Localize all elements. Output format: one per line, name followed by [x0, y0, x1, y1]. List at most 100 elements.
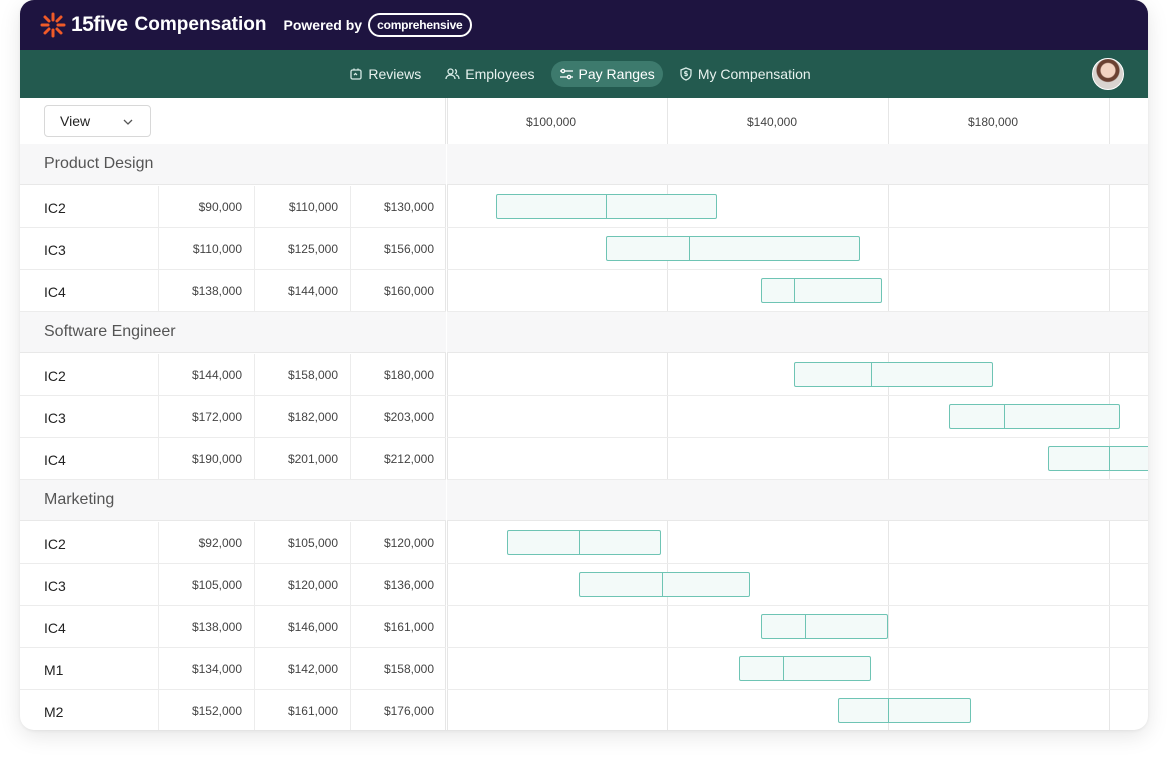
- table-row[interactable]: IC3 $110,000 $125,000 $156,000: [20, 228, 446, 270]
- salary-min-cell: $190,000: [191, 452, 242, 466]
- column-divider: [158, 228, 159, 270]
- pay-range-bar[interactable]: [606, 236, 861, 261]
- tab-my-compensation-label: My Compensation: [697, 66, 811, 82]
- main-nav: Reviews Employees Pay Ranges My Compensa…: [20, 50, 1148, 98]
- axis-tick-label: $180,000: [967, 115, 1019, 129]
- salary-mid-cell: $182,000: [287, 410, 338, 424]
- salary-max-cell: $136,000: [383, 578, 434, 592]
- column-divider: [350, 228, 351, 270]
- top-bar: 15five Compensation Powered by comprehen…: [20, 0, 1148, 50]
- tab-pay-ranges[interactable]: Pay Ranges: [550, 61, 663, 87]
- brand-logo[interactable]: 15five: [39, 11, 128, 39]
- table-row[interactable]: IC2 $90,000 $110,000 $130,000: [20, 186, 446, 228]
- column-divider: [350, 648, 351, 690]
- column-divider: [350, 270, 351, 312]
- column-divider: [254, 270, 255, 312]
- column-divider: [158, 354, 159, 396]
- column-divider: [158, 690, 159, 730]
- salary-max-cell: $120,000: [383, 536, 434, 550]
- powered-by-label: Powered by: [283, 17, 363, 33]
- midpoint-marker: [783, 657, 785, 680]
- salary-max-cell: $203,000: [383, 410, 434, 424]
- table-row[interactable]: IC4 $138,000 $146,000 $161,000: [20, 606, 446, 648]
- chart-row: [447, 690, 1148, 730]
- partner-badge: comprehensive: [368, 13, 472, 37]
- chart-row: [447, 438, 1148, 480]
- tab-reviews[interactable]: Reviews: [341, 61, 429, 87]
- level-label: IC4: [44, 452, 66, 468]
- midpoint-marker: [1109, 447, 1111, 470]
- section-title: Marketing: [44, 491, 115, 508]
- column-divider: [158, 270, 159, 312]
- view-dropdown-label: View: [60, 113, 91, 129]
- section-title: Product Design: [44, 155, 154, 172]
- pay-range-bar[interactable]: [506, 530, 662, 555]
- column-divider: [350, 690, 351, 730]
- pay-range-bar[interactable]: [495, 194, 717, 219]
- column-divider: [350, 396, 351, 438]
- salary-mid-cell: $158,000: [287, 368, 338, 382]
- column-divider: [254, 186, 255, 228]
- column-divider: [254, 690, 255, 730]
- tab-employees[interactable]: Employees: [437, 61, 542, 87]
- table-row[interactable]: IC4 $190,000 $201,000 $212,000: [20, 438, 446, 480]
- table-row[interactable]: IC2 $92,000 $105,000 $120,000: [20, 522, 446, 564]
- section-header-band: [447, 312, 1148, 353]
- column-divider: [254, 396, 255, 438]
- level-label: IC2: [44, 536, 66, 552]
- pay-range-table: View Product Design IC2 $90,000 $110,000 $13…: [20, 98, 446, 730]
- tab-employees-label: Employees: [465, 66, 535, 82]
- employees-icon: [445, 68, 460, 80]
- table-row[interactable]: IC3 $105,000 $120,000 $136,000: [20, 564, 446, 606]
- salary-mid-cell: $146,000: [287, 620, 338, 634]
- level-label: IC2: [44, 200, 66, 216]
- column-divider: [254, 606, 255, 648]
- midpoint-marker: [871, 363, 873, 386]
- midpoint-marker: [805, 615, 807, 638]
- tab-my-compensation[interactable]: My Compensation: [671, 61, 819, 87]
- section-title: Software Engineer: [44, 323, 176, 340]
- column-divider: [350, 522, 351, 564]
- salary-mid-cell: $144,000: [287, 284, 338, 298]
- salary-min-cell: $152,000: [191, 704, 242, 718]
- column-divider: [158, 438, 159, 480]
- column-divider: [254, 438, 255, 480]
- level-label: IC4: [44, 284, 66, 300]
- salary-min-cell: $110,000: [192, 242, 242, 256]
- salary-mid-cell: $201,000: [287, 452, 338, 466]
- salary-mid-cell: $125,000: [287, 242, 338, 256]
- column-divider: [254, 522, 255, 564]
- salary-mid-cell: $105,000: [287, 536, 338, 550]
- midpoint-marker: [689, 237, 691, 260]
- pay-ranges-icon: [559, 68, 573, 80]
- salary-max-cell: $160,000: [383, 284, 434, 298]
- level-label: M1: [44, 662, 64, 678]
- pay-range-bar[interactable]: [760, 278, 883, 303]
- level-label: IC4: [44, 620, 66, 636]
- pay-range-bar[interactable]: [1048, 446, 1148, 471]
- salary-max-cell: $130,000: [383, 200, 434, 214]
- view-dropdown[interactable]: View: [44, 105, 151, 137]
- table-row[interactable]: M2 $152,000 $161,000 $176,000: [20, 690, 446, 730]
- pay-range-bar[interactable]: [794, 362, 993, 387]
- pay-range-bar[interactable]: [760, 614, 888, 639]
- pay-range-bar[interactable]: [578, 572, 750, 597]
- table-row[interactable]: IC4 $138,000 $144,000 $160,000: [20, 270, 446, 312]
- pay-range-bar[interactable]: [948, 404, 1121, 429]
- axis-tick-label: $100,000: [525, 115, 577, 129]
- midpoint-marker: [794, 279, 796, 302]
- shield-dollar-icon: [680, 67, 692, 81]
- column-divider: [350, 606, 351, 648]
- salary-min-cell: $172,000: [191, 410, 242, 424]
- salary-max-cell: $176,000: [383, 704, 434, 718]
- user-avatar[interactable]: [1092, 58, 1124, 90]
- section-header-band: [447, 144, 1148, 185]
- salary-mid-cell: $142,000: [287, 662, 338, 676]
- pay-range-bar[interactable]: [838, 698, 971, 723]
- table-row[interactable]: IC2 $144,000 $158,000 $180,000: [20, 354, 446, 396]
- table-row[interactable]: IC3 $172,000 $182,000 $203,000: [20, 396, 446, 438]
- table-row[interactable]: M1 $134,000 $142,000 $158,000: [20, 648, 446, 690]
- pay-range-bar[interactable]: [738, 656, 872, 681]
- salary-min-cell: $92,000: [198, 536, 242, 550]
- column-divider: [350, 354, 351, 396]
